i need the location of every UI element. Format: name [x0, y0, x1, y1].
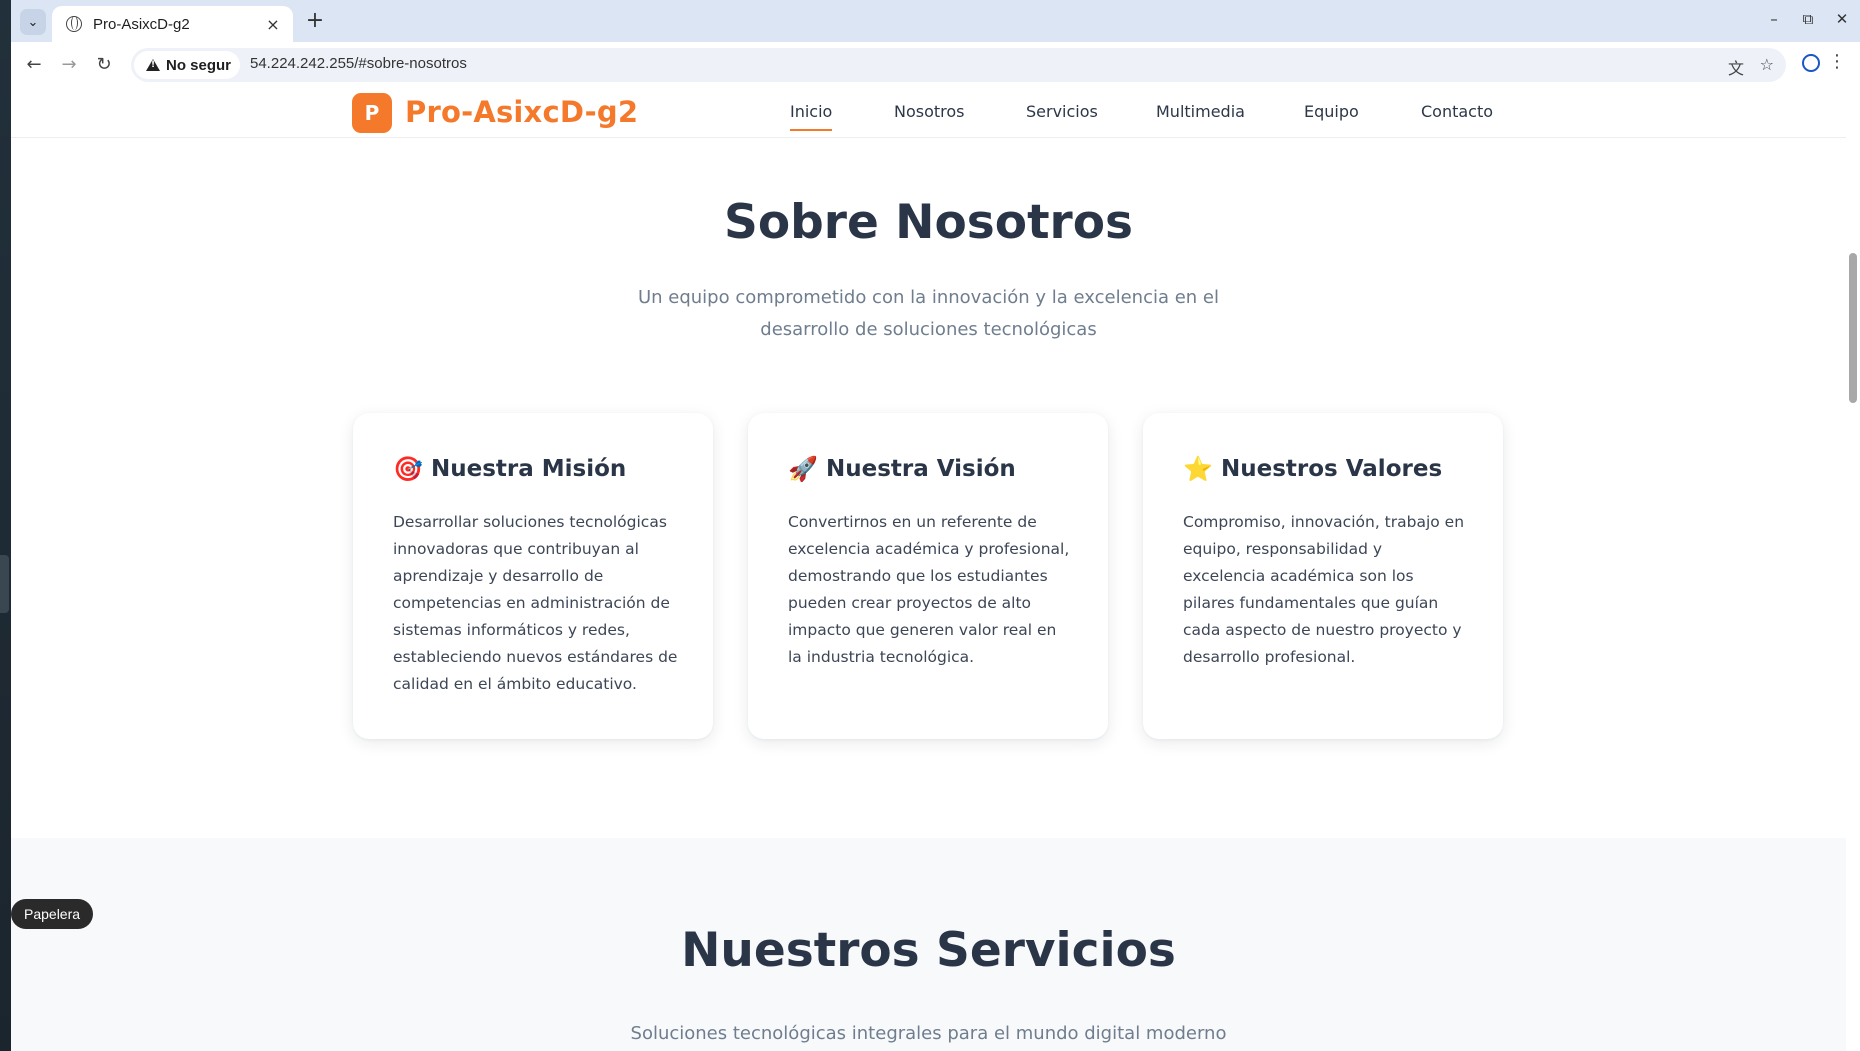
restore-icon[interactable]: ⧉ — [1800, 10, 1816, 28]
nav-link-equipo[interactable]: Equipo — [1304, 102, 1359, 121]
browser-tab[interactable]: Pro-AsixcD-g2 × — [52, 6, 293, 42]
nav-link-servicios[interactable]: Servicios — [1026, 102, 1098, 121]
reload-icon[interactable]: ↻ — [92, 53, 116, 77]
tab-title: Pro-AsixcD-g2 — [93, 15, 190, 33]
target-icon: 🎯 — [393, 455, 423, 483]
close-window-icon[interactable]: ✕ — [1834, 10, 1850, 28]
tab-strip: ⌄ Pro-AsixcD-g2 × + – ⧉ ✕ — [11, 0, 1860, 42]
card-title: Nuestra Visión — [826, 456, 1016, 482]
desktop-dock-handle[interactable] — [0, 555, 9, 613]
page-scrollbar[interactable] — [1846, 88, 1860, 1051]
browser-toolbar: ← → ↻ No segur 54.224.242.255/#sobre-nos… — [11, 42, 1860, 88]
chevron-down-icon: ⌄ — [27, 14, 39, 30]
security-label: No segur — [166, 56, 232, 74]
nav-link-multimedia[interactable]: Multimedia — [1156, 102, 1245, 121]
services-section: Nuestros Servicios Soluciones tecnológic… — [11, 838, 1846, 1051]
star-icon: ⭐ — [1183, 455, 1213, 483]
site-security-chip[interactable]: No segur — [134, 51, 241, 79]
nav-link-inicio[interactable]: Inicio — [790, 102, 833, 131]
card-text: Convertirnos en un referente de excelenc… — [788, 513, 1070, 666]
about-subtitle-line2: desarrollo de soluciones tecnológicas — [760, 319, 1097, 340]
vision-card: 🚀 Nuestra Visión Convertirnos en un refe… — [748, 413, 1108, 739]
warning-icon — [146, 59, 160, 71]
close-icon[interactable]: × — [263, 15, 283, 34]
services-subtitle: Soluciones tecnológicas integrales para … — [630, 1023, 1227, 1044]
desktop-background — [0, 0, 11, 1051]
trash-tooltip: Papelera — [11, 899, 94, 929]
about-title: Sobre Nosotros — [723, 195, 1133, 250]
translate-icon[interactable]: ⽂ — [1728, 55, 1744, 79]
globe-icon — [66, 16, 82, 32]
mission-card: 🎯 Nuestra Misión Desarrollar soluciones … — [353, 413, 713, 739]
scrollbar-thumb[interactable] — [1849, 253, 1857, 403]
tab-search-button[interactable]: ⌄ — [20, 9, 46, 35]
about-subtitle-line1: Un equipo comprometido con la innovación… — [637, 287, 1220, 308]
card-text: Desarrollar soluciones tecnológicas inno… — [393, 513, 678, 693]
site-brand[interactable]: Pro-AsixcD-g2 — [405, 95, 638, 129]
about-subtitle: Un equipo comprometido con la innovación… — [11, 282, 1846, 346]
card-text: Compromiso, innovación, trabajo en equip… — [1183, 513, 1465, 666]
window-controls: – ⧉ ✕ — [1766, 10, 1850, 28]
nav-link-contacto[interactable]: Contacto — [1421, 102, 1493, 121]
bookmark-star-icon[interactable]: ☆ — [1760, 55, 1774, 74]
services-title: Nuestros Servicios — [681, 923, 1176, 978]
site-logo[interactable]: P — [352, 93, 392, 133]
nav-link-nosotros[interactable]: Nosotros — [894, 102, 965, 121]
values-card: ⭐ Nuestros Valores Compromiso, innovació… — [1143, 413, 1503, 739]
browser-chrome: ⌄ Pro-AsixcD-g2 × + – ⧉ ✕ ← → ↻ No segur… — [11, 0, 1860, 88]
card-title: Nuestros Valores — [1221, 456, 1443, 482]
back-icon[interactable]: ← — [22, 53, 46, 77]
minimize-icon[interactable]: – — [1766, 10, 1782, 28]
more-menu-icon[interactable]: ⋮ — [1828, 51, 1846, 72]
rocket-icon: 🚀 — [788, 455, 818, 483]
profile-icon[interactable] — [1802, 54, 1820, 72]
forward-icon[interactable]: → — [57, 53, 81, 77]
page-viewport: P Pro-AsixcD-g2 Inicio Nosotros Servicio… — [11, 88, 1860, 1051]
new-tab-button[interactable]: + — [303, 10, 327, 32]
card-title: Nuestra Misión — [431, 456, 627, 482]
url-text[interactable]: 54.224.242.255/#sobre-nosotros — [250, 55, 467, 72]
site-navbar: P Pro-AsixcD-g2 Inicio Nosotros Servicio… — [11, 88, 1846, 138]
address-bar[interactable]: No segur 54.224.242.255/#sobre-nosotros … — [131, 48, 1786, 82]
